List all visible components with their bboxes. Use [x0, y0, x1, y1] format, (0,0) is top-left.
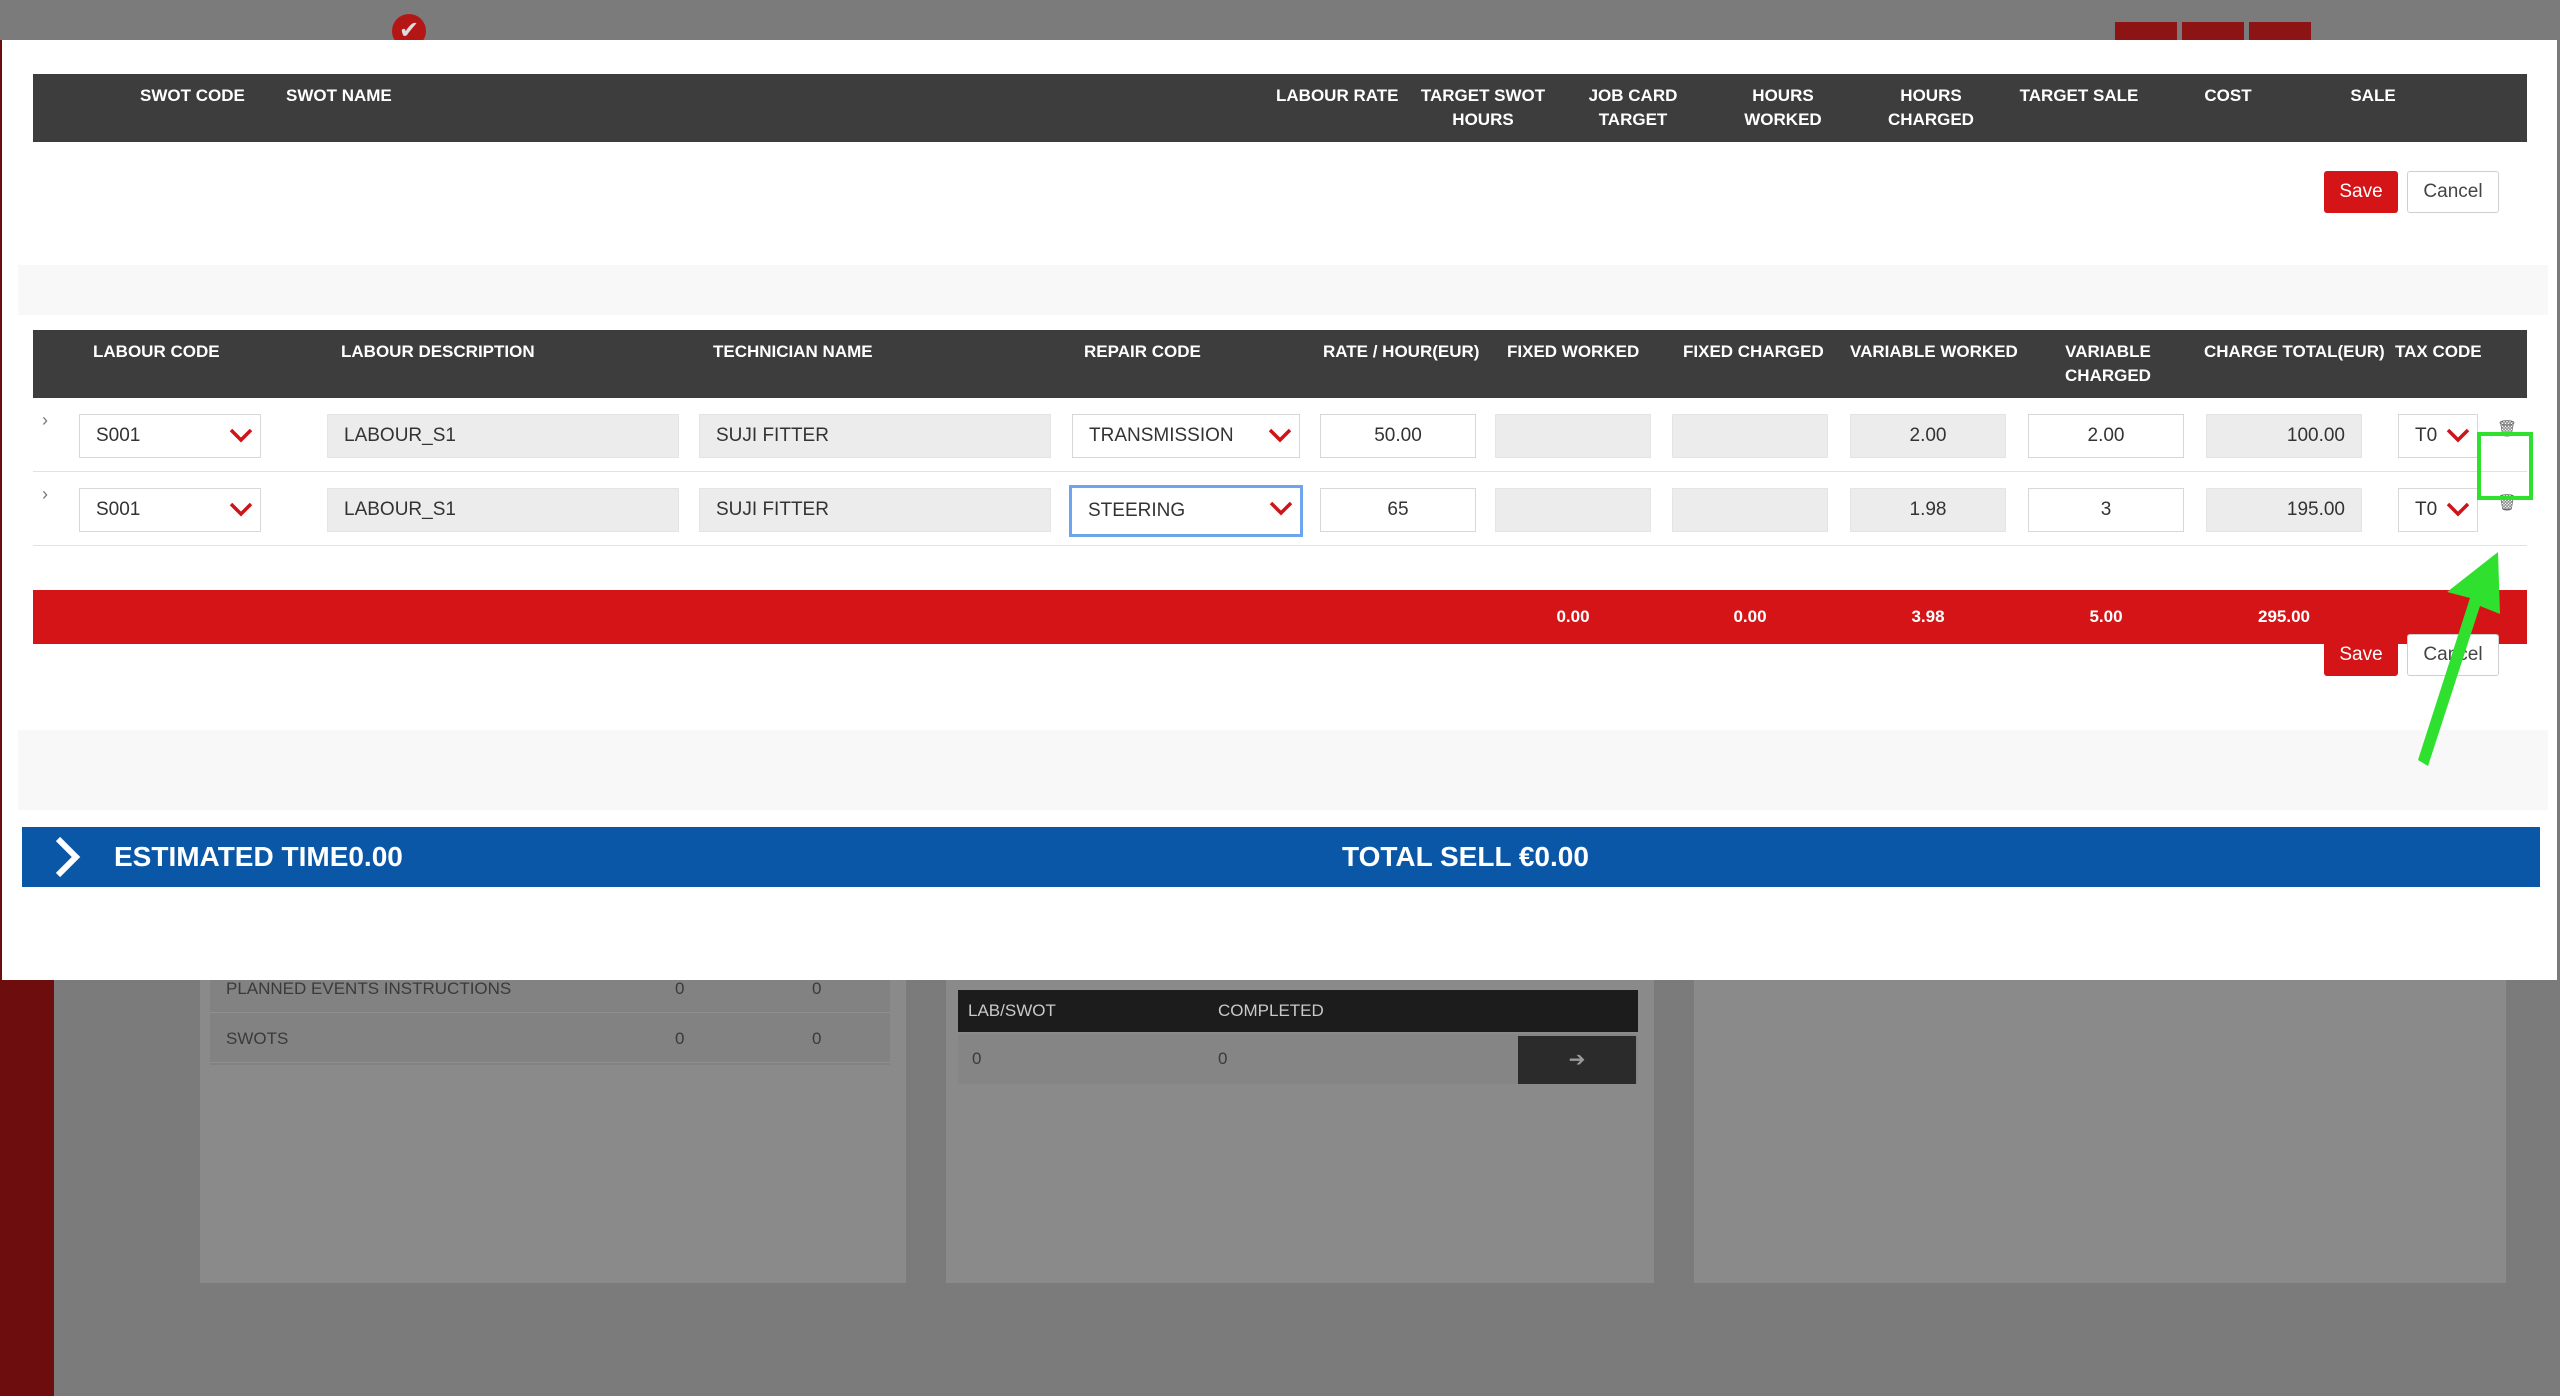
fixed-charged-field — [1672, 414, 1828, 458]
swot-table-header: SWOT CODE SWOT NAME LABOUR RATE TARGET S… — [33, 74, 2527, 142]
lab-swot-table-header: LAB/SWOT COMPLETED — [958, 990, 1638, 1032]
header-technician-name: TECHNICIAN NAME — [713, 342, 873, 361]
total-fixed-worked: 0.00 — [1556, 607, 1590, 626]
header-fixed-charged: FIXED CHARGED — [1683, 342, 1824, 361]
header-labour-code: LABOUR CODE — [93, 342, 220, 361]
chevron-down-icon — [2446, 428, 2470, 443]
header-variable-charged: VARIABLE CHARGED — [2065, 342, 2151, 385]
chevron-right-icon[interactable] — [52, 835, 82, 879]
arrow-right-icon: ➔ — [1518, 1036, 1636, 1084]
labour-code-select[interactable]: S001 — [79, 488, 261, 532]
total-variable-charged: 5.00 — [2089, 607, 2123, 626]
fixed-worked-field — [1495, 488, 1651, 532]
header-fixed-worked: FIXED WORKED — [1507, 342, 1640, 361]
header-tax-code: TAX CODE — [2395, 342, 2482, 361]
header-repair-code: REPAIR CODE — [1084, 342, 1201, 361]
technician-name-field: SUJI FITTER — [699, 488, 1051, 532]
labour-code-select[interactable]: S001 — [79, 414, 261, 458]
header-variable-worked: VARIABLE WORKED — [1850, 342, 2018, 361]
charge-total-field: 195.00 — [2206, 488, 2362, 532]
swot-save-button[interactable]: Save — [2324, 171, 2398, 213]
total-fixed-charged: 0.00 — [1733, 607, 1767, 626]
chevron-down-icon — [229, 502, 253, 517]
fixed-worked-field — [1495, 414, 1651, 458]
chevron-right-icon[interactable]: › — [42, 410, 48, 431]
total-variable-worked: 3.98 — [1911, 607, 1945, 626]
header-target-sale: TARGET SALE — [2019, 86, 2139, 105]
chevron-down-icon — [1268, 428, 1292, 443]
header-sale: SALE — [2350, 86, 2396, 105]
annotation-highlight-box — [2477, 432, 2533, 500]
fixed-charged-field — [1672, 488, 1828, 532]
labour-table-header: LABOUR CODE LABOUR DESCRIPTION TECHNICIA… — [33, 330, 2527, 398]
tax-code-select[interactable]: T0 — [2398, 414, 2478, 458]
labour-description-field: LABOUR_S1 — [327, 488, 679, 532]
variable-worked-field: 1.98 — [1850, 488, 2006, 532]
labour-modal: SWOT CODE SWOT NAME LABOUR RATE TARGET S… — [2, 40, 2557, 980]
estimate-summary-bar[interactable]: ESTIMATED TIME0.00 TOTAL SELL €0.00 — [22, 827, 2540, 887]
list-item: SWOTS 0 0 — [210, 1015, 890, 1063]
estimated-time: ESTIMATED TIME0.00 — [114, 841, 403, 872]
header-labour-rate: LABOUR RATE — [1276, 86, 1399, 105]
header-swot-code: SWOT CODE — [140, 86, 245, 105]
technician-name-field: SUJI FITTER — [699, 414, 1051, 458]
labour-cancel-button[interactable]: Cancel — [2407, 634, 2499, 676]
header-hours-worked: HOURS WORKED — [1744, 86, 1822, 129]
header-hours-charged: HOURS CHARGED — [1888, 86, 1974, 129]
rate-input[interactable]: 65 — [1320, 488, 1476, 532]
chevron-down-icon — [229, 428, 253, 443]
variable-charged-input[interactable]: 3 — [2028, 488, 2184, 532]
chevron-down-icon — [2446, 502, 2470, 517]
totals-bar: 0.00 0.00 3.98 5.00 295.00 — [33, 590, 2527, 644]
header-job-card-target: JOB CARD TARGET — [1588, 86, 1678, 129]
labour-description-field: LABOUR_S1 — [327, 414, 679, 458]
charge-total-field: 100.00 — [2206, 414, 2362, 458]
header-swot-name: SWOT NAME — [286, 86, 392, 105]
swot-cancel-button[interactable]: Cancel — [2407, 171, 2499, 213]
labour-save-button[interactable]: Save — [2324, 634, 2398, 676]
header-charge-total: CHARGE TOTAL(EUR) — [2204, 342, 2385, 361]
variable-worked-field: 2.00 — [1850, 414, 2006, 458]
section-divider — [18, 730, 2548, 810]
total-sell: TOTAL SELL €0.00 — [1342, 841, 1589, 872]
variable-charged-input[interactable]: 2.00 — [2028, 414, 2184, 458]
header-cost: COST — [2204, 86, 2252, 105]
repair-code-select[interactable]: TRANSMISSION — [1072, 414, 1300, 458]
rate-input[interactable]: 50.00 — [1320, 414, 1476, 458]
header-rate-hour: RATE / HOUR(EUR) — [1323, 342, 1480, 361]
header-labour-description: LABOUR DESCRIPTION — [341, 342, 535, 361]
chevron-right-icon[interactable]: › — [42, 484, 48, 505]
section-divider — [18, 265, 2548, 315]
header-target-swot-hours: TARGET SWOT HOURS — [1420, 86, 1546, 129]
repair-code-select[interactable]: STEERING — [1069, 485, 1303, 537]
tax-code-select[interactable]: T0 — [2398, 488, 2478, 532]
chevron-down-icon — [1269, 501, 1293, 516]
background-panel-right — [1694, 978, 2506, 1283]
